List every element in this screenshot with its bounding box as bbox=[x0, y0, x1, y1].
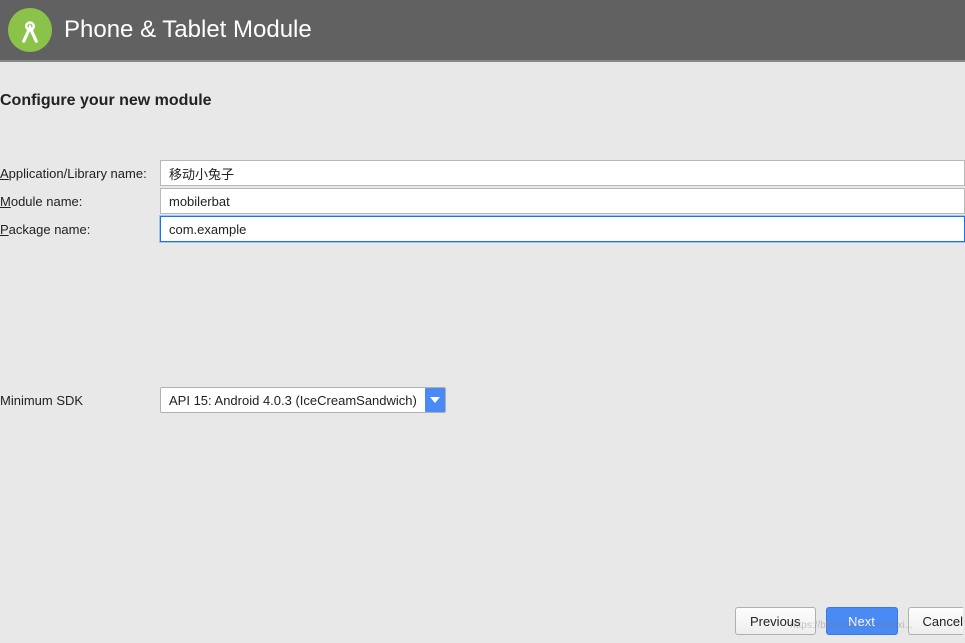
package-name-input[interactable] bbox=[160, 216, 965, 242]
minimum-sdk-dropdown[interactable]: API 15: Android 4.0.3 (IceCreamSandwich) bbox=[160, 387, 446, 413]
module-name-input[interactable] bbox=[160, 188, 965, 214]
module-name-label: Module name: bbox=[0, 194, 160, 209]
android-studio-icon bbox=[8, 8, 52, 52]
minimum-sdk-row: Minimum SDK API 15: Android 4.0.3 (IceCr… bbox=[0, 387, 965, 413]
next-button[interactable]: Next bbox=[826, 607, 898, 635]
module-name-row: Module name: bbox=[0, 188, 965, 214]
header-title: Phone & Tablet Module bbox=[64, 16, 312, 44]
minimum-sdk-selected: API 15: Android 4.0.3 (IceCreamSandwich) bbox=[161, 393, 425, 408]
app-name-label: Application/Library name: bbox=[0, 166, 160, 181]
minimum-sdk-label: Minimum SDK bbox=[0, 393, 160, 408]
app-name-row: Application/Library name: bbox=[0, 160, 965, 186]
package-name-row: Package name: bbox=[0, 216, 965, 242]
window-header: Phone & Tablet Module bbox=[0, 0, 965, 62]
cancel-button[interactable]: Cancel bbox=[908, 607, 963, 635]
app-name-input[interactable] bbox=[160, 160, 965, 186]
section-title: Configure your new module bbox=[0, 92, 965, 110]
content-area: Configure your new module Application/Li… bbox=[0, 62, 965, 643]
chevron-down-icon bbox=[425, 388, 445, 412]
previous-button[interactable]: Previous bbox=[735, 607, 816, 635]
button-bar: Previous Next Cancel bbox=[735, 607, 963, 635]
package-name-label: Package name: bbox=[0, 222, 160, 237]
